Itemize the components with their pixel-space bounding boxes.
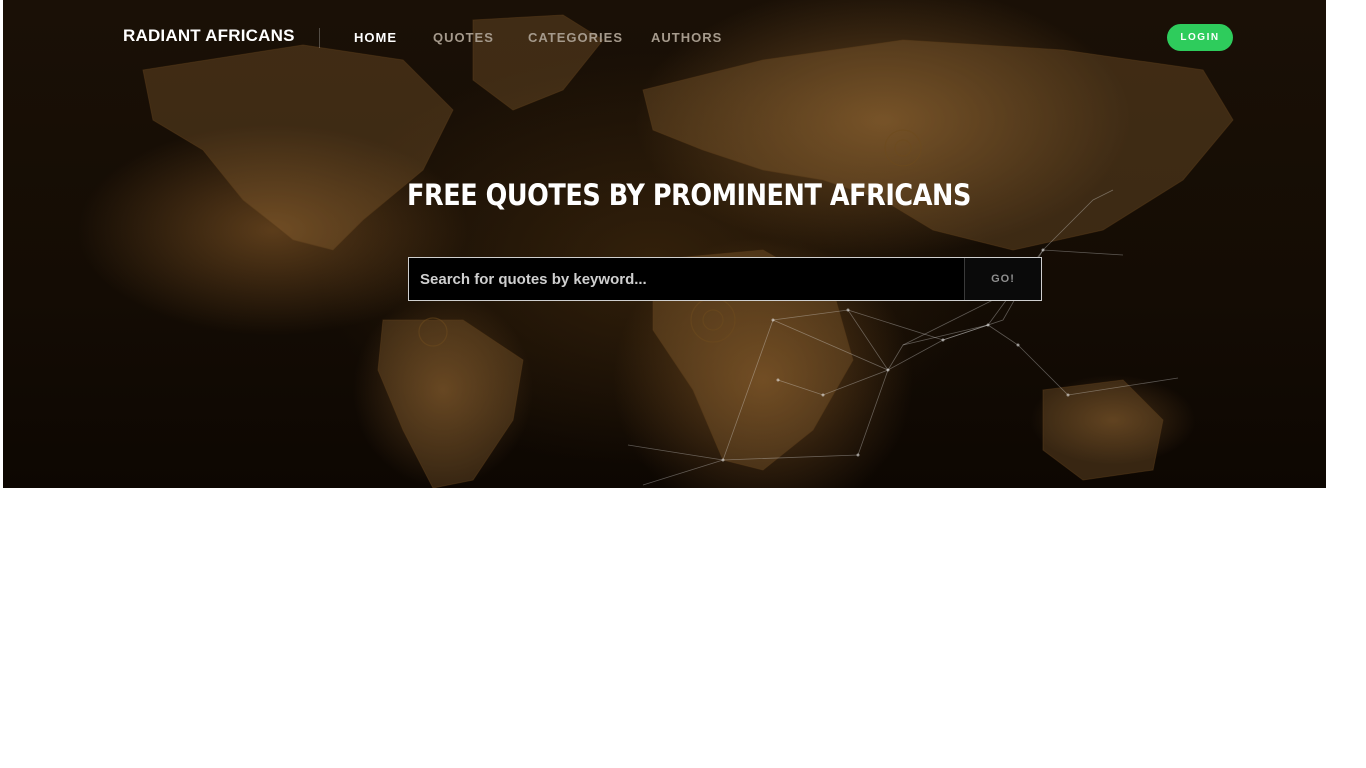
nav-categories[interactable]: CATEGORIES (528, 30, 623, 45)
search-bar: GO! (408, 257, 1042, 301)
nav-home[interactable]: HOME (354, 30, 397, 45)
nav-quotes[interactable]: QUOTES (433, 30, 494, 45)
navbar: RADIANT AFRICANS HOME QUOTES CATEGORIES … (3, 0, 1326, 75)
hero-section: RADIANT AFRICANS HOME QUOTES CATEGORIES … (3, 0, 1326, 488)
search-input[interactable] (409, 258, 964, 300)
hero-headline: FREE QUOTES BY PROMINENT AFRICANS (407, 178, 971, 212)
login-button[interactable]: LOGIN (1167, 24, 1233, 51)
brand-logo[interactable]: RADIANT AFRICANS (123, 26, 295, 46)
search-go-button[interactable]: GO! (964, 258, 1041, 300)
nav-divider (319, 28, 320, 48)
nav-authors[interactable]: AUTHORS (651, 30, 722, 45)
